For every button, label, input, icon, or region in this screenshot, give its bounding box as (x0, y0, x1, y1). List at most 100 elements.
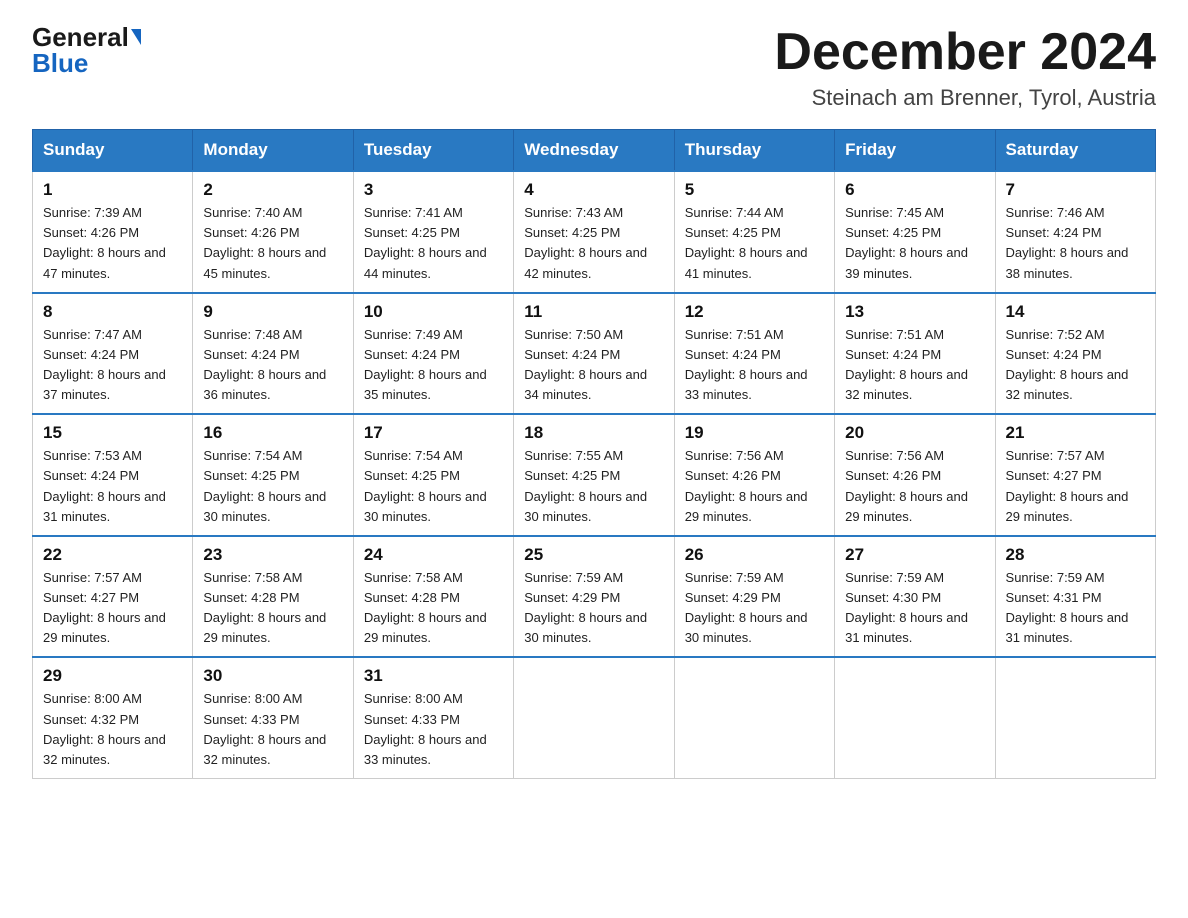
day-info: Sunrise: 7:56 AMSunset: 4:26 PMDaylight:… (685, 448, 808, 523)
day-number: 20 (845, 423, 984, 443)
day-number: 1 (43, 180, 182, 200)
day-number: 3 (364, 180, 503, 200)
weekday-header-wednesday: Wednesday (514, 130, 674, 172)
calendar-table: SundayMondayTuesdayWednesdayThursdayFrid… (32, 129, 1156, 779)
calendar-cell: 3 Sunrise: 7:41 AMSunset: 4:25 PMDayligh… (353, 171, 513, 293)
day-info: Sunrise: 7:47 AMSunset: 4:24 PMDaylight:… (43, 327, 166, 402)
calendar-cell: 19 Sunrise: 7:56 AMSunset: 4:26 PMDaylig… (674, 414, 834, 536)
calendar-cell: 25 Sunrise: 7:59 AMSunset: 4:29 PMDaylig… (514, 536, 674, 658)
day-number: 25 (524, 545, 663, 565)
calendar-cell: 24 Sunrise: 7:58 AMSunset: 4:28 PMDaylig… (353, 536, 513, 658)
calendar-cell: 12 Sunrise: 7:51 AMSunset: 4:24 PMDaylig… (674, 293, 834, 415)
calendar-cell: 7 Sunrise: 7:46 AMSunset: 4:24 PMDayligh… (995, 171, 1155, 293)
day-number: 22 (43, 545, 182, 565)
calendar-cell (835, 657, 995, 778)
week-row-1: 1 Sunrise: 7:39 AMSunset: 4:26 PMDayligh… (33, 171, 1156, 293)
day-number: 18 (524, 423, 663, 443)
day-number: 12 (685, 302, 824, 322)
day-info: Sunrise: 7:54 AMSunset: 4:25 PMDaylight:… (364, 448, 487, 523)
calendar-cell: 16 Sunrise: 7:54 AMSunset: 4:25 PMDaylig… (193, 414, 353, 536)
week-row-5: 29 Sunrise: 8:00 AMSunset: 4:32 PMDaylig… (33, 657, 1156, 778)
day-number: 26 (685, 545, 824, 565)
day-info: Sunrise: 7:57 AMSunset: 4:27 PMDaylight:… (1006, 448, 1129, 523)
calendar-cell: 4 Sunrise: 7:43 AMSunset: 4:25 PMDayligh… (514, 171, 674, 293)
day-info: Sunrise: 8:00 AMSunset: 4:33 PMDaylight:… (364, 691, 487, 766)
day-info: Sunrise: 7:43 AMSunset: 4:25 PMDaylight:… (524, 205, 647, 280)
day-info: Sunrise: 7:39 AMSunset: 4:26 PMDaylight:… (43, 205, 166, 280)
calendar-cell: 26 Sunrise: 7:59 AMSunset: 4:29 PMDaylig… (674, 536, 834, 658)
calendar-cell: 29 Sunrise: 8:00 AMSunset: 4:32 PMDaylig… (33, 657, 193, 778)
day-number: 23 (203, 545, 342, 565)
day-number: 21 (1006, 423, 1145, 443)
day-number: 9 (203, 302, 342, 322)
day-number: 19 (685, 423, 824, 443)
logo-general-text: General (32, 24, 129, 50)
day-info: Sunrise: 7:59 AMSunset: 4:31 PMDaylight:… (1006, 570, 1129, 645)
day-number: 15 (43, 423, 182, 443)
day-info: Sunrise: 7:59 AMSunset: 4:29 PMDaylight:… (685, 570, 808, 645)
month-title: December 2024 (774, 24, 1156, 81)
weekday-header-tuesday: Tuesday (353, 130, 513, 172)
weekday-header-saturday: Saturday (995, 130, 1155, 172)
location-title: Steinach am Brenner, Tyrol, Austria (774, 85, 1156, 111)
day-info: Sunrise: 7:58 AMSunset: 4:28 PMDaylight:… (364, 570, 487, 645)
day-info: Sunrise: 7:49 AMSunset: 4:24 PMDaylight:… (364, 327, 487, 402)
calendar-cell: 9 Sunrise: 7:48 AMSunset: 4:24 PMDayligh… (193, 293, 353, 415)
day-info: Sunrise: 7:56 AMSunset: 4:26 PMDaylight:… (845, 448, 968, 523)
weekday-header-thursday: Thursday (674, 130, 834, 172)
calendar-cell: 23 Sunrise: 7:58 AMSunset: 4:28 PMDaylig… (193, 536, 353, 658)
day-number: 13 (845, 302, 984, 322)
day-info: Sunrise: 7:53 AMSunset: 4:24 PMDaylight:… (43, 448, 166, 523)
day-info: Sunrise: 7:51 AMSunset: 4:24 PMDaylight:… (685, 327, 808, 402)
day-info: Sunrise: 8:00 AMSunset: 4:32 PMDaylight:… (43, 691, 166, 766)
day-info: Sunrise: 7:58 AMSunset: 4:28 PMDaylight:… (203, 570, 326, 645)
calendar-cell: 10 Sunrise: 7:49 AMSunset: 4:24 PMDaylig… (353, 293, 513, 415)
day-info: Sunrise: 7:59 AMSunset: 4:30 PMDaylight:… (845, 570, 968, 645)
day-number: 16 (203, 423, 342, 443)
weekday-header-monday: Monday (193, 130, 353, 172)
day-number: 29 (43, 666, 182, 686)
day-number: 27 (845, 545, 984, 565)
calendar-cell (674, 657, 834, 778)
day-number: 4 (524, 180, 663, 200)
day-number: 10 (364, 302, 503, 322)
day-info: Sunrise: 7:54 AMSunset: 4:25 PMDaylight:… (203, 448, 326, 523)
calendar-cell: 22 Sunrise: 7:57 AMSunset: 4:27 PMDaylig… (33, 536, 193, 658)
calendar-cell: 13 Sunrise: 7:51 AMSunset: 4:24 PMDaylig… (835, 293, 995, 415)
calendar-cell: 31 Sunrise: 8:00 AMSunset: 4:33 PMDaylig… (353, 657, 513, 778)
week-row-4: 22 Sunrise: 7:57 AMSunset: 4:27 PMDaylig… (33, 536, 1156, 658)
calendar-cell: 2 Sunrise: 7:40 AMSunset: 4:26 PMDayligh… (193, 171, 353, 293)
week-row-2: 8 Sunrise: 7:47 AMSunset: 4:24 PMDayligh… (33, 293, 1156, 415)
logo-triangle-icon (131, 29, 141, 45)
calendar-cell: 15 Sunrise: 7:53 AMSunset: 4:24 PMDaylig… (33, 414, 193, 536)
calendar-cell: 28 Sunrise: 7:59 AMSunset: 4:31 PMDaylig… (995, 536, 1155, 658)
calendar-cell: 14 Sunrise: 7:52 AMSunset: 4:24 PMDaylig… (995, 293, 1155, 415)
day-info: Sunrise: 7:48 AMSunset: 4:24 PMDaylight:… (203, 327, 326, 402)
day-info: Sunrise: 7:46 AMSunset: 4:24 PMDaylight:… (1006, 205, 1129, 280)
calendar-cell: 1 Sunrise: 7:39 AMSunset: 4:26 PMDayligh… (33, 171, 193, 293)
day-number: 11 (524, 302, 663, 322)
day-info: Sunrise: 7:55 AMSunset: 4:25 PMDaylight:… (524, 448, 647, 523)
calendar-cell: 17 Sunrise: 7:54 AMSunset: 4:25 PMDaylig… (353, 414, 513, 536)
week-row-3: 15 Sunrise: 7:53 AMSunset: 4:24 PMDaylig… (33, 414, 1156, 536)
day-info: Sunrise: 7:40 AMSunset: 4:26 PMDaylight:… (203, 205, 326, 280)
day-number: 5 (685, 180, 824, 200)
calendar-cell: 30 Sunrise: 8:00 AMSunset: 4:33 PMDaylig… (193, 657, 353, 778)
calendar-cell: 27 Sunrise: 7:59 AMSunset: 4:30 PMDaylig… (835, 536, 995, 658)
weekday-header-row: SundayMondayTuesdayWednesdayThursdayFrid… (33, 130, 1156, 172)
calendar-cell: 11 Sunrise: 7:50 AMSunset: 4:24 PMDaylig… (514, 293, 674, 415)
day-number: 28 (1006, 545, 1145, 565)
day-info: Sunrise: 8:00 AMSunset: 4:33 PMDaylight:… (203, 691, 326, 766)
day-info: Sunrise: 7:57 AMSunset: 4:27 PMDaylight:… (43, 570, 166, 645)
day-info: Sunrise: 7:44 AMSunset: 4:25 PMDaylight:… (685, 205, 808, 280)
day-number: 7 (1006, 180, 1145, 200)
logo: General Blue (32, 24, 141, 76)
day-number: 14 (1006, 302, 1145, 322)
day-number: 24 (364, 545, 503, 565)
day-info: Sunrise: 7:41 AMSunset: 4:25 PMDaylight:… (364, 205, 487, 280)
weekday-header-sunday: Sunday (33, 130, 193, 172)
day-number: 17 (364, 423, 503, 443)
calendar-cell: 21 Sunrise: 7:57 AMSunset: 4:27 PMDaylig… (995, 414, 1155, 536)
calendar-cell: 18 Sunrise: 7:55 AMSunset: 4:25 PMDaylig… (514, 414, 674, 536)
day-info: Sunrise: 7:59 AMSunset: 4:29 PMDaylight:… (524, 570, 647, 645)
